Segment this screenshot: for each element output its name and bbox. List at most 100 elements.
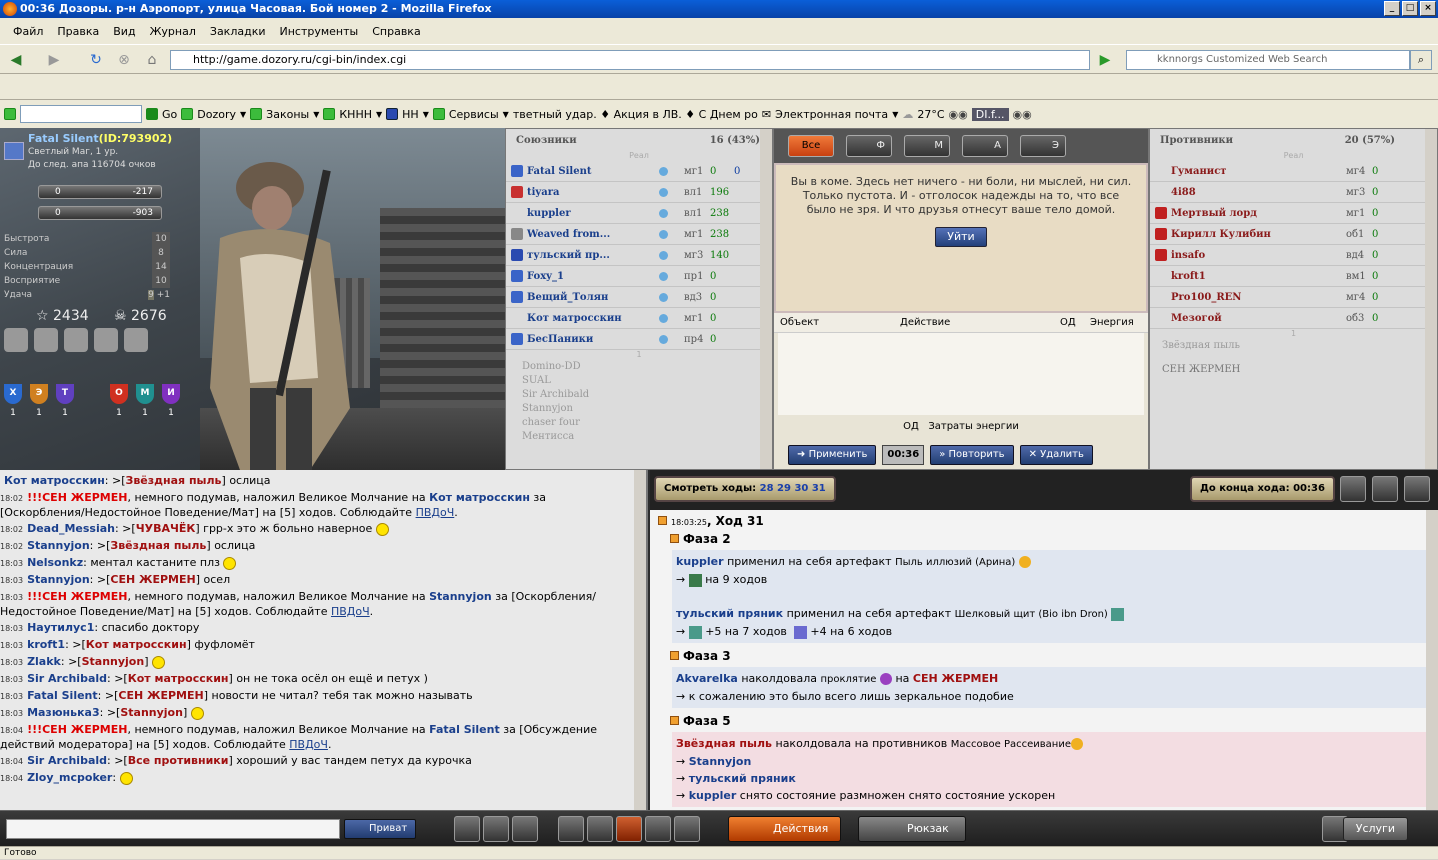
ally-faint-item[interactable]: Stannyjon: [506, 402, 772, 416]
ally-row[interactable]: тульский пр... мг3 140: [506, 245, 772, 266]
ally-name[interactable]: тульский пр...: [527, 250, 677, 261]
menu-edit[interactable]: Правка: [50, 25, 106, 38]
ally-faint-item[interactable]: SUAL: [506, 374, 772, 388]
ally-faint-item[interactable]: Sir Archibald: [506, 388, 772, 402]
apply-button[interactable]: ➜ Применить: [788, 445, 877, 465]
chevron-down-icon[interactable]: ▼: [423, 110, 429, 119]
enemy-row[interactable]: Гуманист мг4 0: [1150, 161, 1437, 182]
toolbar-laws[interactable]: Законы: [266, 108, 309, 121]
enemy-row[interactable]: 4i88 мг3 0: [1150, 182, 1437, 203]
chat-user[interactable]: Dead_Messiah: [27, 522, 115, 535]
chevron-down-icon[interactable]: ▼: [240, 110, 246, 119]
ally-name[interactable]: Fatal Silent: [527, 166, 677, 177]
ally-row[interactable]: tiyara вл1 196: [506, 182, 772, 203]
inventory-icon[interactable]: [34, 328, 58, 352]
chat-addressee[interactable]: Кот матросскин: [128, 672, 229, 685]
shield-icon[interactable]: Э: [30, 384, 48, 404]
chat-user[interactable]: Кот матросскин: [4, 474, 105, 487]
enemy-name[interactable]: 4i88: [1171, 187, 1321, 198]
enemy-name[interactable]: Pro100_REN: [1171, 292, 1321, 303]
ally-name[interactable]: Вещий_Толян: [527, 292, 677, 303]
weather-temp[interactable]: 27°C: [917, 108, 944, 121]
chat-addressee[interactable]: Все противники: [128, 754, 229, 767]
chat-addressee[interactable]: Stannyjon: [120, 706, 183, 719]
go-button[interactable]: Go: [162, 108, 177, 121]
walk-icon[interactable]: [558, 816, 584, 842]
enemy-row[interactable]: Pro100_REN мг4 0: [1150, 287, 1437, 308]
enemies-scrollbar[interactable]: [1425, 129, 1437, 469]
actions-button[interactable]: Действия: [728, 816, 842, 842]
tab-physical[interactable]: Ф: [846, 135, 892, 157]
chat-system-user[interactable]: !!!СЕН ЖЕРМЕН: [27, 590, 127, 603]
shield-icon[interactable]: М: [136, 384, 154, 404]
enemy-row[interactable]: insafo вд4 0: [1150, 245, 1437, 266]
chat-addressee[interactable]: Звёздная пыль: [110, 539, 206, 552]
minimize-button[interactable]: _: [1384, 1, 1400, 16]
chat-user[interactable]: Sir Archibald: [27, 672, 107, 685]
spark-icon[interactable]: [587, 816, 613, 842]
chat-addressee[interactable]: Звёздная пыль: [126, 474, 222, 487]
chevron-down-icon[interactable]: ▼: [503, 110, 509, 119]
chat-user[interactable]: Наутилус1: [27, 621, 94, 634]
profile-icon[interactable]: [4, 328, 28, 352]
chat-target-user[interactable]: Fatal Silent: [429, 723, 500, 736]
ally-row[interactable]: Кот матросскин мг1 0: [506, 308, 772, 329]
chat-user[interactable]: Мазюнька3: [27, 706, 100, 719]
ally-faint-item[interactable]: chaser four: [506, 416, 772, 430]
services-button[interactable]: Услуги: [1342, 817, 1408, 841]
chat-target-user[interactable]: Stannyjon: [429, 590, 492, 603]
ally-row[interactable]: kuppler вл1 238: [506, 203, 772, 224]
chat-scrollbar[interactable]: [634, 470, 646, 810]
shield-icon[interactable]: О: [110, 384, 128, 404]
rules-link[interactable]: ПВДоЧ: [289, 738, 328, 751]
shield-icon[interactable]: Х: [4, 384, 22, 404]
character-name[interactable]: Fatal Silent(ID:793902): [28, 132, 172, 145]
turn-links[interactable]: 28 29 30 31: [760, 483, 826, 494]
ally-row[interactable]: Weaved from... мг1 238: [506, 224, 772, 245]
scroll-icon[interactable]: [94, 328, 118, 352]
wrench-icon[interactable]: [124, 328, 148, 352]
toolbar-services[interactable]: Сервисы: [449, 108, 499, 121]
chat-system-user[interactable]: !!!СЕН ЖЕРМЕН: [27, 723, 127, 736]
ally-name[interactable]: Кот матросскин: [527, 313, 677, 324]
private-button[interactable]: Приват: [344, 819, 417, 839]
stop-icon[interactable]: ⊗: [114, 50, 134, 70]
enemy-row[interactable]: Кирилл Кулибин об1 0: [1150, 224, 1437, 245]
maximize-button[interactable]: □: [1402, 1, 1418, 16]
menu-view[interactable]: Вид: [106, 25, 142, 38]
ally-name[interactable]: Foxy_1: [527, 271, 677, 282]
reload-icon[interactable]: ↻: [86, 50, 106, 70]
toolbar-search-input[interactable]: [20, 105, 142, 123]
chat-system-user[interactable]: !!!СЕН ЖЕРМЕН: [27, 491, 127, 504]
home-icon[interactable]: ⌂: [142, 50, 162, 70]
layers-icon[interactable]: [1404, 476, 1430, 502]
ally-row[interactable]: БесПаники пр4 0: [506, 329, 772, 350]
edit-icon[interactable]: [512, 816, 538, 842]
enemy-faint-item[interactable]: Звёздная пыль: [1150, 339, 1437, 353]
email-link[interactable]: Электронная почта: [775, 108, 888, 121]
ally-row[interactable]: Fatal Silent мг1 0 0: [506, 161, 772, 182]
toolbar-dozory[interactable]: Dozory: [197, 108, 236, 121]
mail-icon[interactable]: [616, 816, 642, 842]
collapse-icon[interactable]: [670, 651, 679, 660]
ally-faint-item[interactable]: Domino-DD: [506, 360, 772, 374]
url-bar[interactable]: http://game.dozory.ru/cgi-bin/index.cgi: [170, 50, 1090, 70]
delete-button[interactable]: ✕ Удалить: [1019, 445, 1093, 465]
menu-tools[interactable]: Инструменты: [273, 25, 366, 38]
shield-icon[interactable]: И: [162, 384, 180, 404]
player-controls[interactable]: ◉◉: [949, 108, 968, 121]
ally-name[interactable]: kuppler: [527, 208, 677, 219]
chat-user[interactable]: Sir Archibald: [27, 754, 107, 767]
ally-row[interactable]: Foxy_1 пр1 0: [506, 266, 772, 287]
ally-name[interactable]: Weaved from...: [527, 229, 677, 240]
chevron-down-icon[interactable]: ▼: [313, 110, 319, 119]
tab-all[interactable]: Все: [788, 135, 834, 157]
tab-elixirs[interactable]: Э: [1020, 135, 1066, 157]
news-ticker[interactable]: тветный удар. ♦ Акция в ЛВ. ♦ С Днем ро: [513, 108, 758, 121]
enemy-name[interactable]: Мертвый лорд: [1171, 208, 1321, 219]
smiley-icon[interactable]: [454, 816, 480, 842]
chat-addressee[interactable]: ЧУВАЧЁК: [136, 522, 196, 535]
log-scrollbar[interactable]: [1426, 510, 1438, 810]
enemy-name[interactable]: kroft1: [1171, 271, 1321, 282]
clock-icon[interactable]: [483, 816, 509, 842]
